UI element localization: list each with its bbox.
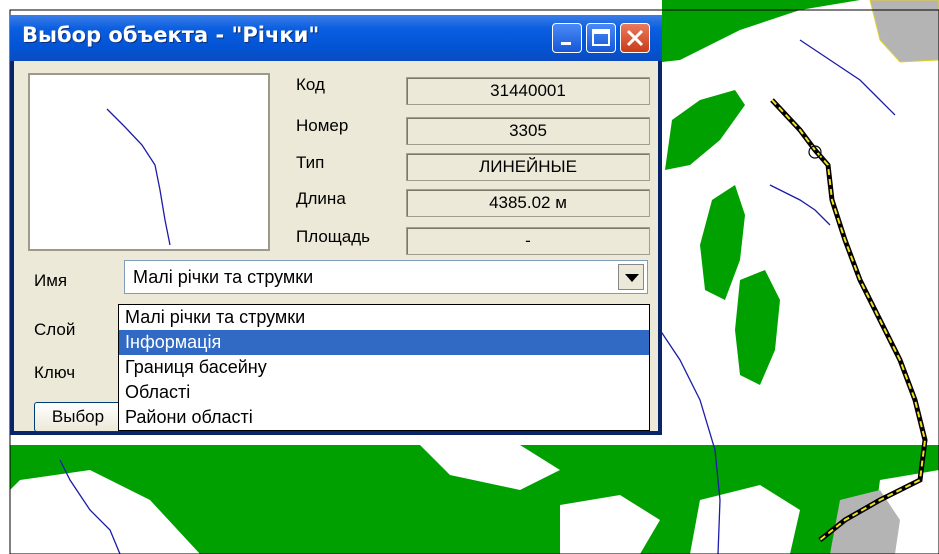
title-bar[interactable]: Выбор объекта - "Річки" xyxy=(10,15,662,61)
preview-river-shape xyxy=(106,108,171,246)
type-label: Тип xyxy=(296,153,325,172)
window-title: Выбор объекта - "Річки" xyxy=(22,23,320,47)
dropdown-option[interactable]: Границя басейну xyxy=(119,355,649,380)
minimize-button[interactable] xyxy=(552,23,582,53)
number-label: Номер xyxy=(296,116,349,135)
type-value: ЛИНЕЙНЫЕ xyxy=(406,153,650,181)
area-value: - xyxy=(406,227,650,255)
close-button[interactable] xyxy=(620,23,650,53)
code-value: 31440001 xyxy=(406,77,650,105)
area-label: Площадь xyxy=(296,227,371,246)
name-label: Имя xyxy=(34,271,68,290)
minimize-icon xyxy=(561,42,571,45)
name-dropdown-list: Малі річки та струмки Інформація Границя… xyxy=(118,304,650,431)
number-value: 3305 xyxy=(406,117,650,145)
length-label: Длина xyxy=(296,189,346,208)
dropdown-option[interactable]: Малі річки та струмки xyxy=(119,305,649,330)
key-label: Ключ xyxy=(34,363,76,382)
combobox-dropdown-button[interactable] xyxy=(618,264,644,290)
maximize-icon xyxy=(592,29,610,46)
dropdown-option-highlighted[interactable]: Інформація xyxy=(119,330,649,355)
name-selected-value: Малі річки та струмки xyxy=(133,267,314,287)
maximize-button[interactable] xyxy=(586,23,616,53)
code-label: Код xyxy=(296,75,325,94)
dropdown-option[interactable]: Області xyxy=(119,380,649,405)
object-preview xyxy=(28,73,270,251)
layer-label: Слой xyxy=(34,320,76,339)
dropdown-option[interactable]: Райони області xyxy=(119,405,649,430)
name-combobox[interactable]: Малі річки та струмки xyxy=(124,260,648,294)
length-value: 4385.02 м xyxy=(406,189,650,217)
chevron-down-icon xyxy=(625,274,639,282)
select-button[interactable]: Выбор xyxy=(34,402,122,432)
close-icon xyxy=(626,29,644,47)
